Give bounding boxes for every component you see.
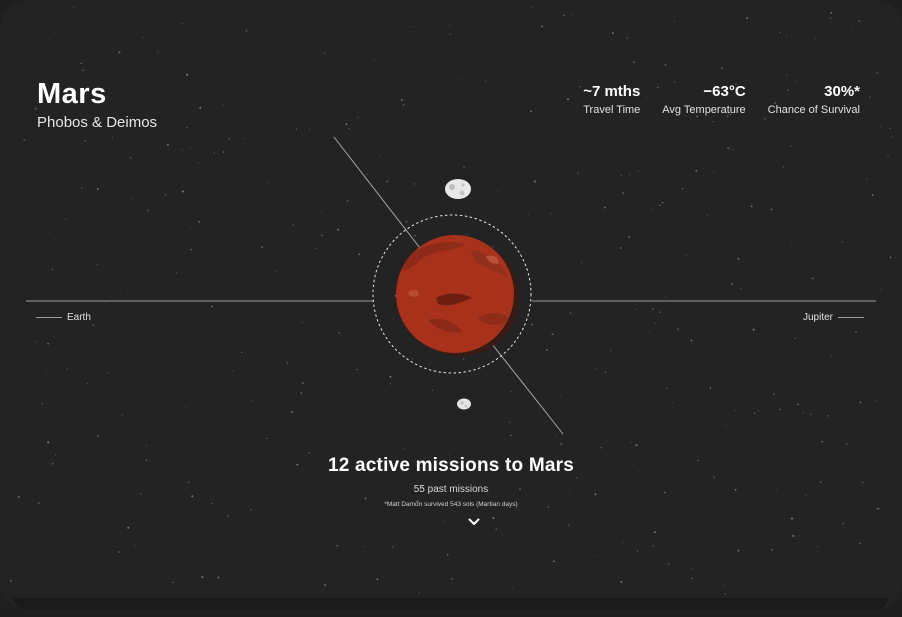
- app-frame: Mars Phobos & Deimos ~7 mths Travel Time…: [0, 0, 902, 610]
- orbit-label-jupiter: Jupiter: [803, 312, 864, 323]
- orbit-label-earth: Earth: [36, 312, 91, 323]
- deimos-moon: [457, 398, 471, 410]
- mars-scene: [26, 136, 876, 435]
- survival-footnote: *Matt Damon survived 543 sols (Martian d…: [384, 501, 518, 508]
- label-dash: [36, 317, 62, 318]
- active-missions-title: 12 active missions to Mars: [328, 455, 574, 476]
- earth-label: Earth: [67, 312, 91, 323]
- jupiter-label: Jupiter: [802, 312, 833, 323]
- phobos-moon: [445, 179, 471, 199]
- past-missions-count: 55 past missions: [413, 484, 489, 495]
- rotation-axis-bottom: [491, 343, 564, 435]
- mars-planet: [396, 235, 514, 353]
- rotation-axis-top: [333, 136, 421, 249]
- missions-summary: 12 active missions to Mars 55 past missi…: [0, 455, 902, 508]
- chevron-down-icon[interactable]: [468, 518, 480, 526]
- label-dash: [838, 317, 864, 318]
